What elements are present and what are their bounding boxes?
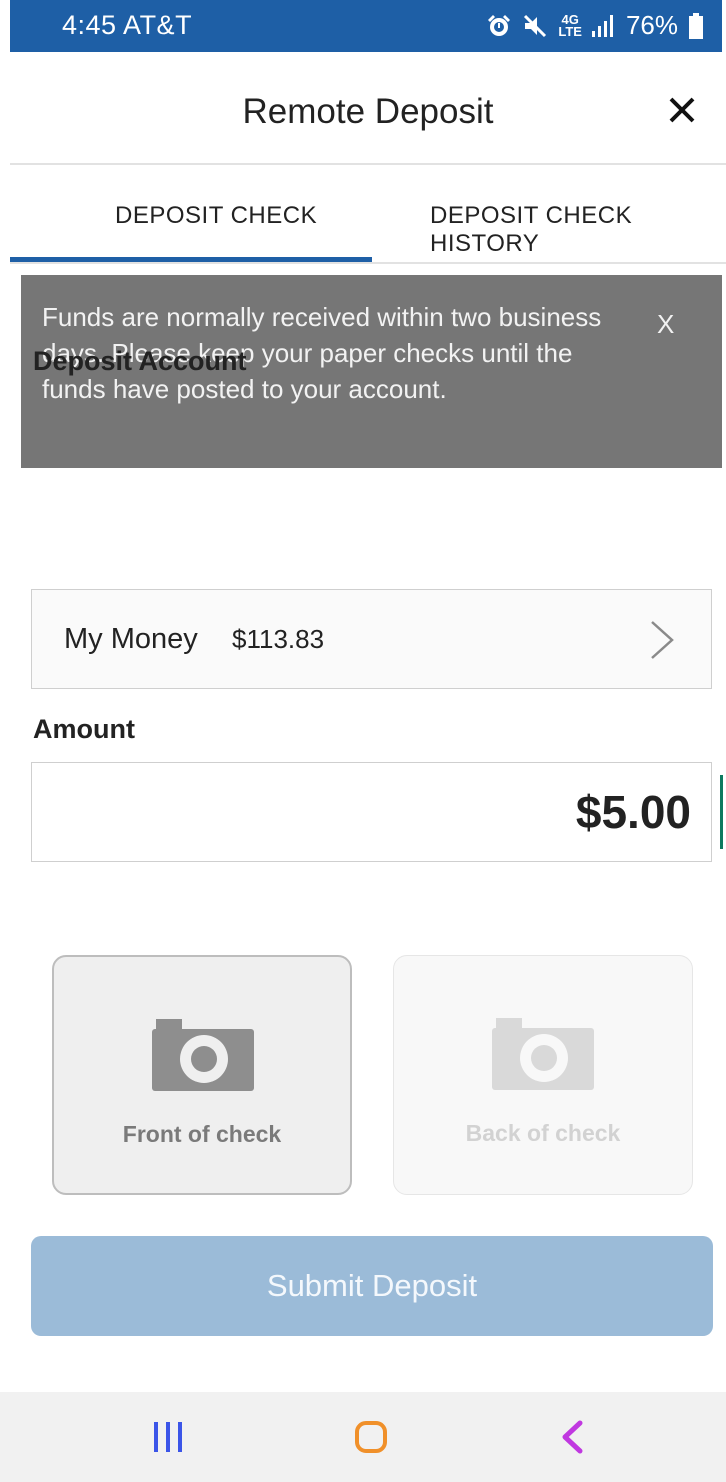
amount-input[interactable]: $5.00 [31,762,723,862]
status-time: 4:45 AT&T [62,10,193,40]
page-header: Remote Deposit [10,52,726,165]
tab-deposit-check[interactable]: DEPOSIT CHECK [115,202,317,230]
network-indicator: 4G LTE [558,13,582,39]
recent-apps-icon[interactable] [152,1420,184,1454]
camera-icon [492,1018,594,1090]
front-of-check-button[interactable]: Front of check [52,955,352,1195]
network-bottom: LTE [558,23,582,39]
status-bar: 4:45 AT&T 4G LTE 76% [10,0,722,52]
status-icons: 4G LTE 76% [486,10,704,41]
chevron-right-icon [651,621,674,659]
account-name: My Money [64,623,198,655]
deposit-account-select[interactable]: My Money $113.83 [31,589,712,689]
close-icon [669,97,695,123]
back-of-check-button[interactable]: Back of check [393,955,693,1195]
text-caret [720,775,723,849]
system-nav-bar [0,1392,726,1482]
camera-icon [152,1019,254,1091]
front-of-check-label: Front of check [122,1121,282,1147]
account-balance: $113.83 [232,624,325,654]
amount-label: Amount [33,714,135,744]
back-icon[interactable] [560,1420,584,1454]
tab-deposit-check-history[interactable]: DEPOSIT CHECK HISTORY [430,202,726,258]
signal-icon [591,14,616,37]
submit-deposit-button[interactable]: Submit Deposit [31,1236,713,1336]
close-button[interactable] [662,90,702,130]
battery-level: 76% [625,10,678,40]
back-of-check-label: Back of check [465,1120,621,1146]
deposit-account-label: Deposit Account [33,346,247,376]
amount-value: $5.00 [575,786,691,838]
banner-close-button[interactable]: X [657,309,674,340]
tab-bar: DEPOSIT CHECK DEPOSIT CHECK HISTORY [10,166,726,264]
battery-icon [688,12,704,39]
home-icon[interactable] [354,1420,388,1454]
active-tab-indicator [10,257,372,262]
mute-icon [522,13,548,39]
page-title: Remote Deposit [242,92,494,131]
alarm-icon [486,13,512,39]
